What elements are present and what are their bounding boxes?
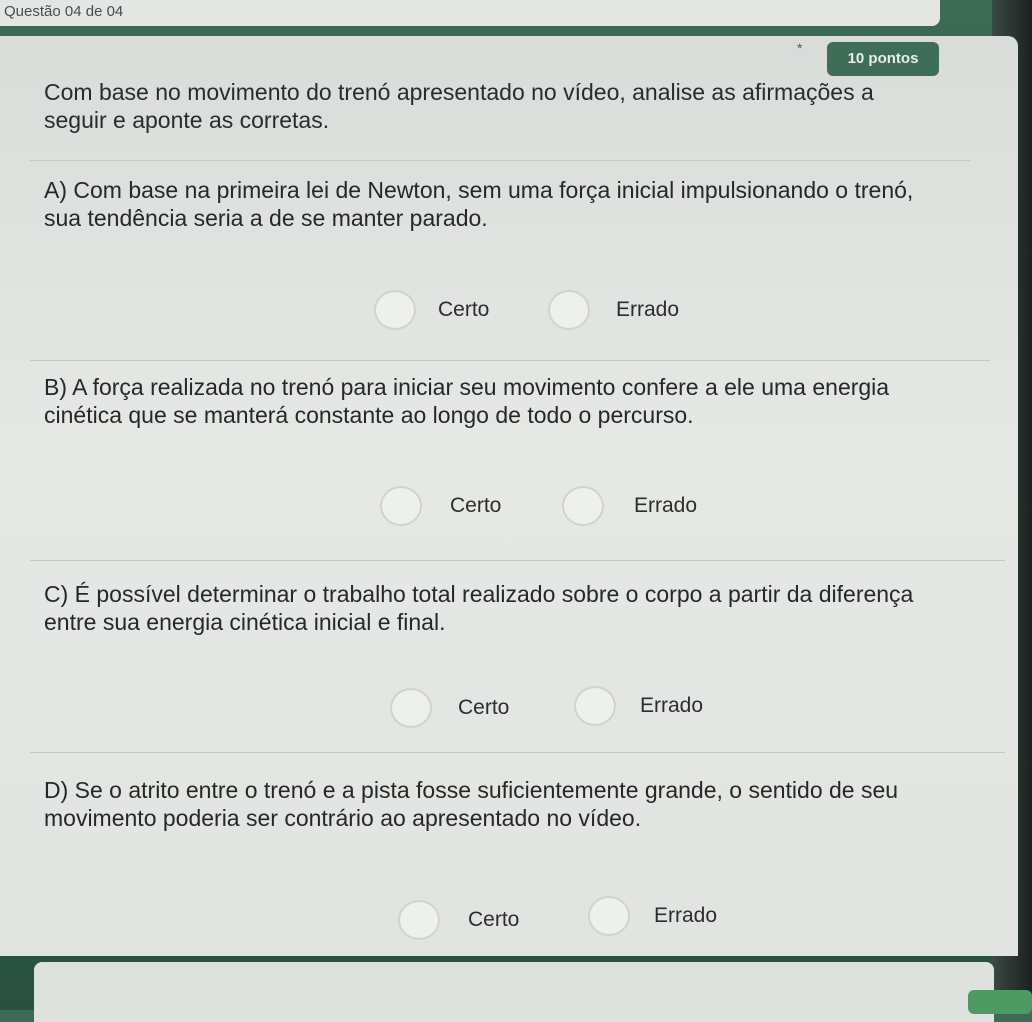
option-a-certo[interactable]: Certo [374, 290, 489, 330]
option-label: Errado [640, 694, 704, 717]
next-section-card [34, 962, 994, 1022]
option-a-errado[interactable]: Errado [548, 290, 679, 330]
statement-c: C) É possível determinar o trabalho tota… [44, 581, 914, 635]
radio-c-errado[interactable] [574, 686, 616, 726]
points-badge: 10 pontos [827, 42, 939, 76]
option-label: Errado [654, 904, 718, 927]
divider [30, 160, 970, 161]
radio-b-errado[interactable] [562, 486, 604, 526]
statement-b: B) A força realizada no trenó para inici… [44, 374, 890, 428]
question-header: Questão 04 de 04 [0, 0, 940, 26]
radio-d-certo[interactable] [398, 900, 440, 940]
option-label: Certo [468, 908, 520, 931]
option-b-certo[interactable]: Certo [380, 486, 501, 526]
next-button[interactable] [968, 990, 1032, 1014]
required-marker: * [797, 40, 803, 56]
option-label: Errado [634, 494, 698, 517]
radio-b-certo[interactable] [380, 486, 422, 526]
option-label: Certo [450, 494, 502, 517]
option-d-certo[interactable]: Certo [398, 900, 519, 940]
option-c-certo[interactable]: Certo [390, 688, 509, 728]
option-c-errado[interactable]: Errado [574, 686, 703, 726]
option-d-errado[interactable]: Errado [588, 896, 717, 936]
question-prompt: Com base no movimento do trenó apresenta… [44, 79, 874, 133]
radio-a-errado[interactable] [548, 290, 590, 330]
radio-a-certo[interactable] [374, 290, 416, 330]
radio-d-errado[interactable] [588, 896, 630, 936]
option-label: Certo [438, 298, 490, 321]
statement-d: D) Se o atrito entre o trenó e a pista f… [44, 777, 899, 831]
statement-a: A) Com base na primeira lei de Newton, s… [44, 177, 914, 231]
divider [30, 360, 990, 361]
question-counter: Questão 04 de 04 [4, 3, 124, 20]
divider [30, 752, 1005, 753]
radio-c-certo[interactable] [390, 688, 432, 728]
option-label: Errado [616, 298, 680, 321]
option-b-errado[interactable]: Errado [562, 486, 697, 526]
option-label: Certo [458, 696, 510, 719]
divider [30, 560, 1005, 561]
